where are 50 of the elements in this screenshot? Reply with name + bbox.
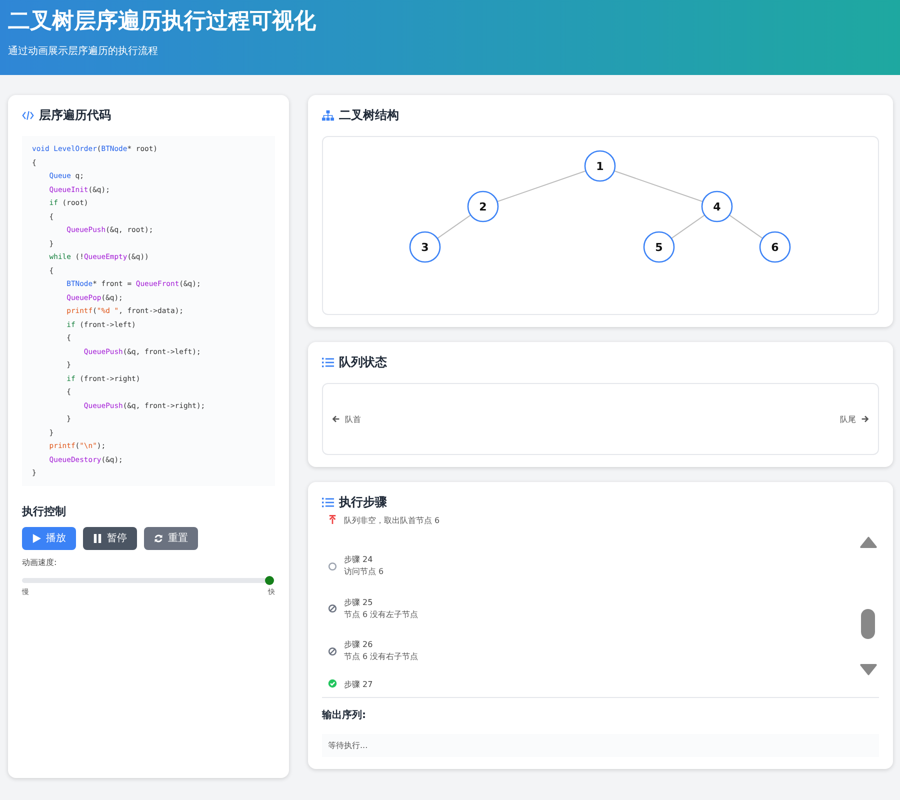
queue-front-label: 队首 bbox=[345, 414, 361, 424]
arrow-up-icon bbox=[328, 515, 337, 524]
scroll-up-icon[interactable] bbox=[858, 535, 878, 548]
step-description: 访问节点 6 bbox=[344, 566, 384, 578]
card-title: 执行步骤 bbox=[339, 494, 387, 511]
card-title: 层序遍历代码 bbox=[39, 107, 111, 124]
list-icon bbox=[322, 497, 334, 508]
tree-node: 4 bbox=[701, 190, 733, 222]
tree-node: 1 bbox=[584, 150, 616, 182]
output-field: 等待执行... bbox=[322, 734, 879, 757]
reset-button[interactable]: 重置 bbox=[144, 526, 198, 550]
refresh-icon bbox=[154, 534, 163, 542]
tree-edge bbox=[436, 214, 472, 239]
step-description: 队列非空，取出队首节点 6 bbox=[344, 515, 440, 527]
speed-label: 动画速度: bbox=[22, 556, 58, 568]
play-icon bbox=[32, 534, 41, 542]
step-description: 节点 6 没有右子节点 bbox=[344, 651, 418, 664]
right-arrow-icon bbox=[861, 415, 869, 423]
list-icon bbox=[322, 357, 334, 368]
page-title: 二叉树层序遍历执行过程可视化 bbox=[8, 8, 317, 36]
tree-edge bbox=[728, 214, 764, 239]
scroll-down-icon[interactable] bbox=[858, 664, 878, 677]
pause-button[interactable]: 暂停 bbox=[83, 526, 137, 550]
queue-rear-label: 队尾 bbox=[840, 414, 856, 424]
section-title: 执行控制 bbox=[22, 504, 67, 518]
hierarchy-icon bbox=[322, 110, 334, 121]
check-icon bbox=[328, 678, 337, 688]
tree-node: 3 bbox=[409, 231, 441, 263]
card-title: 二叉树结构 bbox=[339, 107, 399, 124]
left-arrow-icon bbox=[332, 415, 340, 423]
tree-edge bbox=[670, 214, 706, 239]
ban-icon bbox=[328, 646, 337, 656]
output-title: 输出序列: bbox=[322, 708, 367, 722]
step-title: 步骤 27 bbox=[344, 678, 373, 689]
scroll-thumb[interactable] bbox=[861, 609, 875, 639]
code-icon bbox=[22, 110, 34, 121]
step-title: 步骤 24 bbox=[344, 554, 374, 566]
circle-icon bbox=[328, 562, 337, 571]
step-description: 节点 6 没有左子节点 bbox=[344, 608, 418, 621]
step-title: 步骤 25 bbox=[344, 596, 374, 609]
tree-node: 5 bbox=[643, 231, 675, 263]
card-title: 队列状态 bbox=[339, 354, 387, 371]
ban-icon bbox=[328, 604, 337, 614]
pause-icon bbox=[93, 534, 102, 542]
page-subtitle: 通过动画展示层序遍历的执行流程 bbox=[8, 44, 159, 58]
slider-thumb[interactable] bbox=[265, 576, 274, 584]
step-title: 步骤 26 bbox=[344, 639, 374, 652]
tree-node: 2 bbox=[467, 190, 499, 222]
tree-node: 6 bbox=[759, 231, 791, 263]
play-button[interactable]: 播放 bbox=[22, 526, 76, 550]
